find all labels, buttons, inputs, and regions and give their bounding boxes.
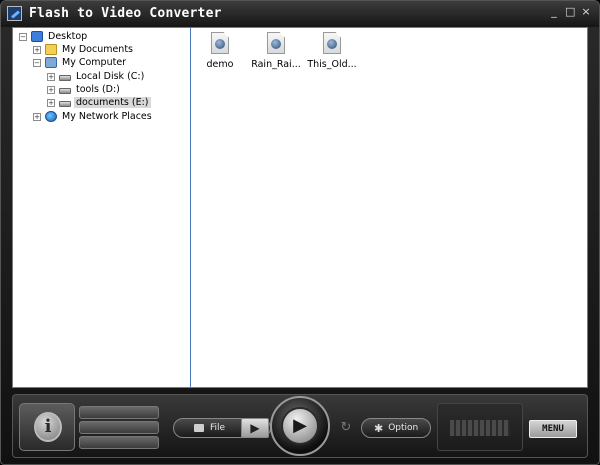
- tree-item-label: My Documents: [62, 44, 134, 55]
- tree-item-label: tools (D:): [76, 84, 120, 95]
- file-item-rain[interactable]: Rain_Rai...: [248, 32, 304, 70]
- expand-toggle[interactable]: +: [33, 112, 41, 121]
- app-logo-icon: [7, 6, 22, 21]
- tree-item-label: documents (E:): [74, 97, 151, 108]
- tree-item-label: My Network Places: [62, 111, 152, 122]
- tree-item-my-documents[interactable]: + My Documents: [33, 43, 135, 56]
- tree-item-label: Desktop: [48, 31, 88, 42]
- tree-item-my-computer[interactable]: − My Computer: [33, 56, 128, 69]
- convert-play-button[interactable]: ▶: [270, 396, 330, 456]
- flash-file-icon: [211, 32, 229, 54]
- file-name: Rain_Rai...: [251, 59, 301, 70]
- title-bar[interactable]: Flash to Video Converter _ □ ×: [1, 1, 599, 27]
- option-button[interactable]: ✱ Option: [361, 418, 431, 438]
- drive-icon: [59, 75, 71, 81]
- tree-item-label: Local Disk (C:): [76, 71, 145, 82]
- meter-bars: [450, 420, 510, 436]
- tree-item-documents-e[interactable]: + documents (E:): [47, 96, 151, 109]
- desktop-icon: [31, 31, 43, 42]
- tree-item-label: My Computer: [62, 57, 127, 68]
- menu-button[interactable]: MENU: [529, 420, 577, 438]
- main-content: − Desktop + My Documents − My Computer +…: [12, 27, 588, 388]
- refresh-icon[interactable]: ↻: [335, 419, 357, 437]
- file-list[interactable]: demo Rain_Rai... This_Old...: [192, 28, 587, 387]
- tree-item-tools-d[interactable]: + tools (D:): [47, 83, 122, 96]
- next-button[interactable]: ▶: [241, 418, 269, 438]
- play-icon: ▶: [281, 407, 319, 445]
- file-item-demo[interactable]: demo: [192, 32, 248, 70]
- expand-toggle[interactable]: +: [47, 85, 55, 94]
- tree-item-network-places[interactable]: + My Network Places: [33, 110, 154, 123]
- gear-icon: ✱: [374, 421, 384, 435]
- window-title: Flash to Video Converter: [29, 6, 222, 21]
- folder-tree[interactable]: − Desktop + My Documents − My Computer +…: [13, 28, 191, 387]
- maximize-button[interactable]: □: [565, 5, 575, 19]
- expand-toggle[interactable]: +: [47, 98, 55, 107]
- tree-item-desktop[interactable]: − Desktop: [19, 30, 89, 43]
- network-icon: [45, 111, 57, 122]
- info-icon: i: [34, 412, 62, 442]
- level-meter: [437, 403, 523, 451]
- control-bar: i File ▶ ▶ ↻ ✱ Option MENU: [12, 394, 588, 458]
- tree-item-local-disk-c[interactable]: + Local Disk (C:): [47, 70, 146, 83]
- info-display-line: [79, 436, 159, 449]
- file-button-label: File: [210, 423, 226, 433]
- info-display-line: [79, 406, 159, 419]
- flash-file-icon: [323, 32, 341, 54]
- expand-toggle[interactable]: +: [47, 72, 55, 81]
- collapse-toggle[interactable]: −: [33, 58, 41, 67]
- close-button[interactable]: ×: [581, 5, 591, 19]
- drive-icon: [59, 88, 71, 94]
- option-button-label: Option: [388, 423, 419, 433]
- file-name: This_Old...: [307, 59, 357, 70]
- flash-file-icon: [267, 32, 285, 54]
- folder-icon: [45, 44, 57, 55]
- info-display-line: [79, 421, 159, 434]
- window-controls: _ □ ×: [549, 5, 591, 19]
- computer-icon: [45, 57, 57, 68]
- file-item-this-old[interactable]: This_Old...: [304, 32, 360, 70]
- info-button[interactable]: i: [19, 403, 75, 451]
- collapse-toggle[interactable]: −: [19, 32, 27, 41]
- file-name: demo: [206, 59, 234, 70]
- drive-icon: [59, 101, 71, 107]
- app-window: Flash to Video Converter _ □ × − Desktop…: [0, 0, 600, 465]
- expand-toggle[interactable]: +: [33, 45, 41, 54]
- minimize-button[interactable]: _: [549, 5, 559, 19]
- folder-icon: [194, 424, 204, 432]
